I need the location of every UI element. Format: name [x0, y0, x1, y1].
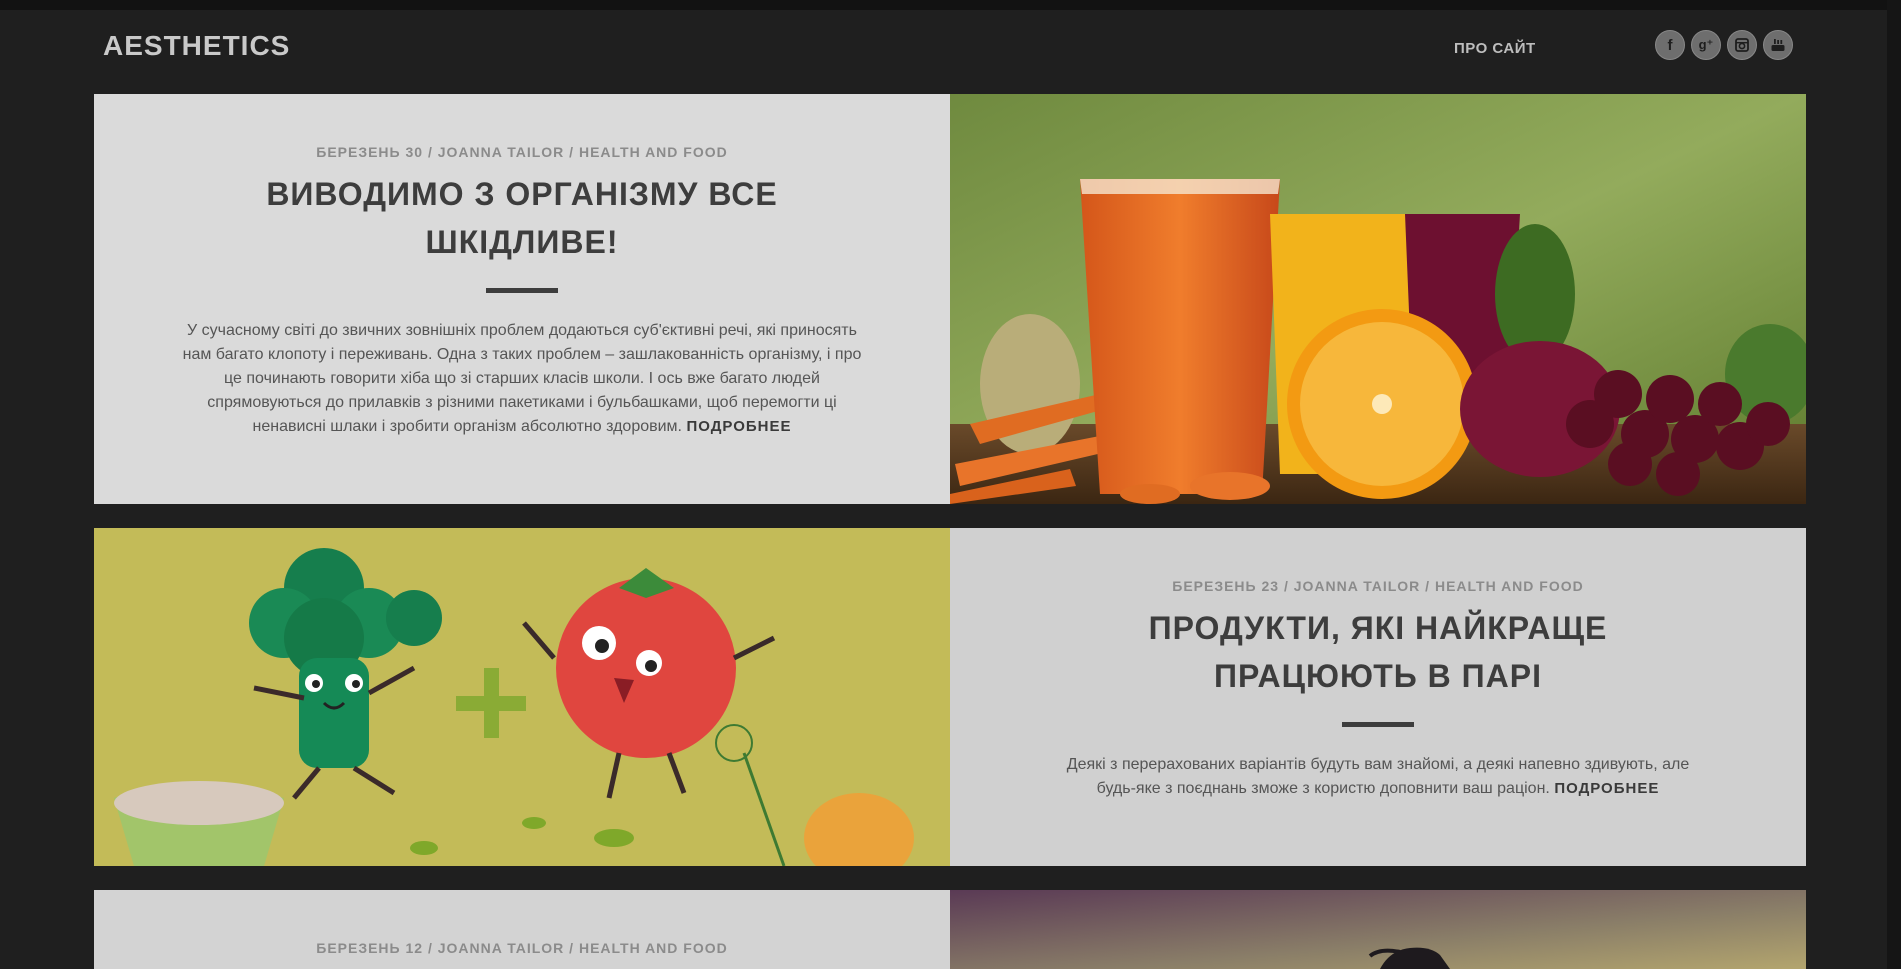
instagram-icon[interactable]	[1727, 30, 1757, 60]
post-excerpt: У сучасному світі до звичних зовнішніх п…	[182, 319, 862, 439]
nav-about-link[interactable]: ПРО САЙТ	[1454, 40, 1536, 57]
post-meta: БЕРЕЗЕНЬ 12 / JOANNA TAILOR / HEALTH AND…	[316, 940, 728, 956]
post-text: БЕРЕЗЕНЬ 30 / JOANNA TAILOR / HEALTH AND…	[94, 94, 950, 504]
post-excerpt: Деякі з перерахованих варіантів будуть в…	[1058, 753, 1698, 801]
scrollbar-track[interactable]	[1887, 0, 1901, 969]
post-image[interactable]	[950, 890, 1806, 969]
youtube-glyph	[1771, 39, 1785, 51]
instagram-glyph	[1735, 38, 1749, 52]
site-logo[interactable]: AESTHETICS	[103, 30, 290, 62]
google-plus-icon[interactable]: g⁺	[1691, 30, 1721, 60]
post-text: БЕРЕЗЕНЬ 12 / JOANNA TAILOR / HEALTH AND…	[94, 890, 950, 969]
title-divider	[1342, 722, 1414, 727]
post-meta: БЕРЕЗЕНЬ 23 / JOANNA TAILOR / HEALTH AND…	[1172, 578, 1584, 594]
post-title[interactable]: ПРОДУКТИ, ЯКІ НАЙКРАЩЕ ПРАЦЮЮТЬ В ПАРІ	[1048, 604, 1708, 700]
post-text: БЕРЕЗЕНЬ 23 / JOANNA TAILOR / HEALTH AND…	[950, 528, 1806, 866]
youtube-icon[interactable]	[1763, 30, 1793, 60]
post-image[interactable]	[950, 94, 1806, 504]
vegetables-illustration	[94, 528, 950, 866]
sunset-photo	[950, 890, 1806, 969]
top-strip	[0, 0, 1901, 10]
facebook-glyph: f	[1667, 36, 1673, 54]
google-plus-glyph: g⁺	[1698, 37, 1714, 52]
site-header: AESTHETICS ПРО САЙТ f g⁺	[0, 10, 1887, 94]
read-more-link[interactable]: ПОДРОБНЕЕ	[1554, 780, 1659, 797]
title-divider	[486, 288, 558, 293]
juice-photo	[950, 94, 1806, 504]
post-card: БЕРЕЗЕНЬ 30 / JOANNA TAILOR / HEALTH AND…	[94, 94, 1806, 504]
read-more-link[interactable]: ПОДРОБНЕЕ	[686, 418, 791, 435]
social-links: f g⁺	[1655, 30, 1793, 60]
post-title[interactable]: ВИВОДИМО З ОРГАНІЗМУ ВСЕ ШКІДЛИВЕ!	[192, 170, 852, 266]
post-meta: БЕРЕЗЕНЬ 30 / JOANNA TAILOR / HEALTH AND…	[316, 144, 728, 160]
post-image[interactable]	[94, 528, 950, 866]
facebook-icon[interactable]: f	[1655, 30, 1685, 60]
post-card: БЕРЕЗЕНЬ 23 / JOANNA TAILOR / HEALTH AND…	[94, 528, 1806, 866]
post-card: БЕРЕЗЕНЬ 12 / JOANNA TAILOR / HEALTH AND…	[94, 890, 1806, 969]
